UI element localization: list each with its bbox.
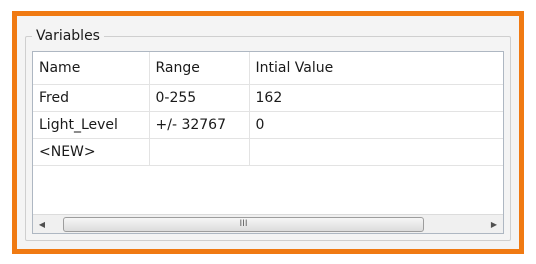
new-variable-row[interactable]: <NEW> <box>33 138 503 166</box>
column-header-name[interactable]: Name <box>33 52 150 85</box>
cell-range[interactable]: 0-255 <box>149 84 250 112</box>
cell-initial-value[interactable]: 162 <box>249 84 503 112</box>
cell-initial-value[interactable]: 0 <box>249 111 503 139</box>
table-row[interactable]: Fred 0-255 162 <box>33 84 503 112</box>
horizontal-scrollbar[interactable]: ◀ III ▶ <box>33 214 503 233</box>
cell-name[interactable]: <NEW> <box>33 138 150 166</box>
cell-range[interactable] <box>149 138 250 166</box>
variables-group: Variables Name Range Intial Value Fred 0… <box>25 27 511 241</box>
cell-range[interactable]: +/- 32767 <box>149 111 250 139</box>
scrollbar-grip-icon: III <box>239 219 248 229</box>
column-header-range[interactable]: Range <box>149 52 250 85</box>
column-header-initial-value[interactable]: Intial Value <box>249 52 503 85</box>
scrollbar-thumb[interactable]: III <box>63 217 424 232</box>
scroll-left-arrow-icon[interactable]: ◀ <box>33 215 51 233</box>
cell-name[interactable]: Fred <box>33 84 150 112</box>
table-row[interactable]: Light_Level +/- 32767 0 <box>33 111 503 139</box>
scroll-right-arrow-icon[interactable]: ▶ <box>485 215 503 233</box>
cell-initial-value[interactable] <box>249 138 503 166</box>
cell-name[interactable]: Light_Level <box>33 111 150 139</box>
table-header-row: Name Range Intial Value <box>33 52 503 85</box>
variables-table[interactable]: Name Range Intial Value Fred 0-255 162 L… <box>32 51 504 234</box>
highlight-frame: Variables Name Range Intial Value Fred 0… <box>12 11 524 254</box>
group-title: Variables <box>32 27 104 45</box>
